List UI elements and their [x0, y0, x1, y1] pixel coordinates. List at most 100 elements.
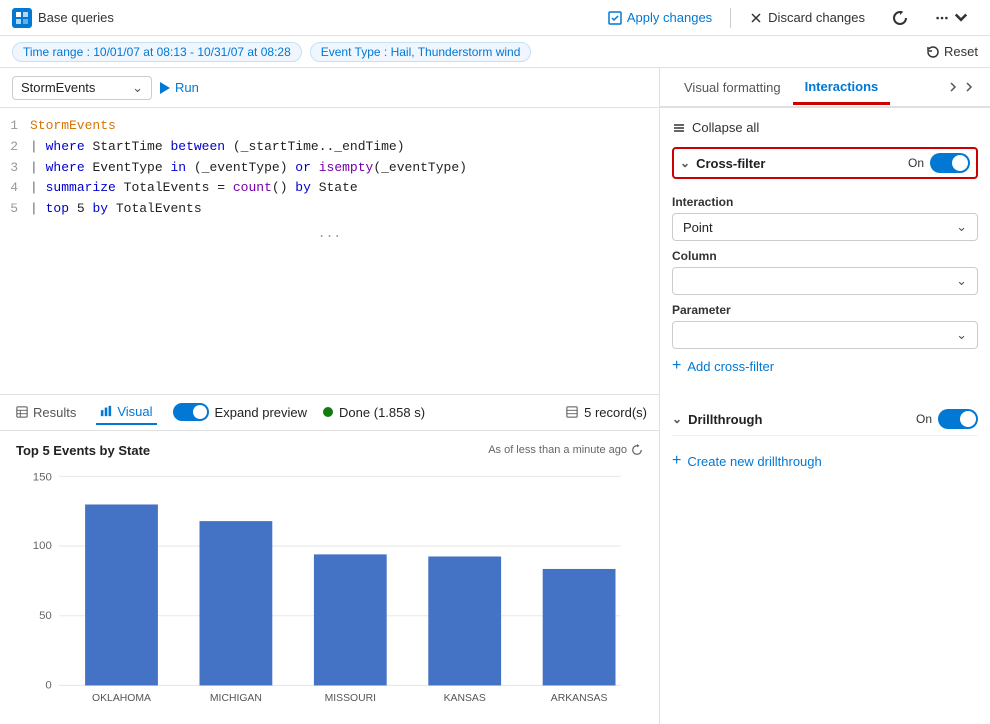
svg-text:MISSOURI: MISSOURI [325, 693, 376, 704]
filter-bar: Time range : 10/01/07 at 08:13 - 10/31/0… [0, 36, 990, 68]
panel-more-button[interactable] [946, 79, 978, 95]
left-panel: StormEvents ⌄ Run 1 StormEvents 2 | wher… [0, 68, 660, 724]
parameter-arrow-icon: ⌄ [956, 327, 967, 343]
add-cross-filter-button[interactable]: + Add cross-filter [672, 349, 774, 383]
code-ellipsis: ... [0, 220, 659, 249]
status-dot-icon [323, 407, 333, 417]
code-line-2: 2 | where StartTime between (_startTime.… [0, 137, 659, 158]
results-tab[interactable]: Results [12, 401, 80, 424]
apply-changes-button[interactable]: Apply changes [598, 6, 722, 29]
cross-filter-toggle[interactable] [930, 153, 970, 173]
refresh-small-icon [631, 444, 643, 456]
drillthrough-body: + Create new drillthrough [672, 436, 978, 486]
app-title: Base queries [38, 10, 114, 25]
cross-filter-header: ⌄ Cross-filter On [672, 147, 978, 179]
svg-text:OKLAHOMA: OKLAHOMA [92, 693, 151, 704]
refresh-button[interactable] [883, 7, 917, 29]
main-content: StormEvents ⌄ Run 1 StormEvents 2 | wher… [0, 68, 990, 724]
results-bar: Results Visual Expand preview Done (1.85… [0, 395, 659, 431]
chevron-down-icon [954, 11, 968, 25]
bar-arkansas[interactable] [543, 568, 616, 684]
cross-filter-chevron[interactable]: ⌄ [680, 156, 690, 170]
chart-area: Top 5 Events by State As of less than a … [0, 431, 659, 724]
drillthrough-toggle-label: On [916, 412, 932, 426]
drillthrough-toggle[interactable] [938, 409, 978, 429]
results-icon [16, 406, 28, 418]
app-logo-icon [12, 8, 32, 28]
chevron-right2-icon [962, 79, 978, 95]
divider [730, 8, 731, 28]
interaction-select[interactable]: Point ⌄ [672, 213, 978, 241]
drillthrough-section: ⌄ Drillthrough On + Create new drillthro… [672, 403, 978, 486]
records-count: 5 record(s) [566, 405, 647, 420]
cross-filter-title: Cross-filter [696, 156, 765, 171]
code-line-3: 3 | where EventType in (_eventType) or i… [0, 158, 659, 179]
svg-text:ARKANSAS: ARKANSAS [551, 693, 608, 704]
interaction-label: Interaction [672, 195, 978, 209]
reset-icon [926, 45, 940, 59]
right-panel: Visual formatting Interactions Collapse … [660, 68, 990, 724]
column-select[interactable]: ⌄ [672, 267, 978, 295]
visual-icon [100, 405, 112, 417]
cross-filter-body: Interaction Point ⌄ Column ⌄ Parameter ⌄ [672, 179, 978, 391]
select-arrow-icon: ⌄ [132, 80, 143, 96]
drillthrough-header: ⌄ Drillthrough On [672, 403, 978, 436]
event-type-filter[interactable]: Event Type : Hail, Thunderstorm wind [310, 42, 532, 62]
svg-text:100: 100 [33, 540, 52, 552]
create-drillthrough-button[interactable]: + Create new drillthrough [672, 444, 822, 478]
bar-kansas[interactable] [428, 556, 501, 685]
reset-button[interactable]: Reset [926, 44, 978, 59]
refresh-icon [893, 11, 907, 25]
query-toolbar: StormEvents ⌄ Run [0, 68, 659, 108]
cross-filter-toggle-label: On [908, 156, 924, 170]
svg-text:50: 50 [39, 609, 52, 621]
bar-chart: 150 100 50 0 OKLAHOMA MICHIGAN [16, 466, 643, 724]
drillthrough-title: Drillthrough [688, 412, 762, 427]
svg-text:150: 150 [33, 471, 52, 483]
expand-preview-toggle[interactable]: Expand preview [173, 403, 308, 421]
chart-container: 150 100 50 0 OKLAHOMA MICHIGAN [16, 466, 643, 724]
more-options-button[interactable] [925, 7, 978, 29]
bar-michigan[interactable] [200, 521, 273, 685]
parameter-select[interactable]: ⌄ [672, 321, 978, 349]
tab-visual-formatting[interactable]: Visual formatting [672, 72, 793, 103]
visual-tab[interactable]: Visual [96, 400, 156, 425]
collapse-icon [672, 121, 686, 135]
run-button[interactable]: Run [160, 80, 199, 95]
chart-title-row: Top 5 Events by State As of less than a … [16, 443, 643, 458]
chart-title: Top 5 Events by State [16, 443, 150, 458]
discard-changes-button[interactable]: Discard changes [739, 6, 875, 29]
code-line-4: 4 | summarize TotalEvents = count() by S… [0, 178, 659, 199]
column-arrow-icon: ⌄ [956, 273, 967, 289]
cross-filter-section: ⌄ Cross-filter On Interaction Point ⌄ Co… [672, 147, 978, 391]
svg-text:KANSAS: KANSAS [444, 693, 486, 704]
code-line-1: 1 StormEvents [0, 116, 659, 137]
bar-oklahoma[interactable] [85, 504, 158, 685]
panel-tabs: Visual formatting Interactions [660, 68, 990, 108]
logo-area: Base queries [12, 8, 114, 28]
svg-text:MICHIGAN: MICHIGAN [210, 693, 262, 704]
chart-timestamp: As of less than a minute ago [488, 444, 643, 456]
collapse-all-button[interactable]: Collapse all [672, 116, 759, 139]
done-status: Done (1.858 s) [323, 405, 425, 420]
parameter-label: Parameter [672, 303, 978, 317]
time-range-filter[interactable]: Time range : 10/01/07 at 08:13 - 10/31/0… [12, 42, 302, 62]
code-line-5: 5 | top 5 by TotalEvents [0, 199, 659, 220]
column-label: Column [672, 249, 978, 263]
code-editor[interactable]: 1 StormEvents 2 | where StartTime betwee… [0, 108, 659, 395]
create-plus-icon: + [672, 452, 681, 470]
apply-changes-icon [608, 11, 622, 25]
tab-interactions[interactable]: Interactions [793, 71, 891, 105]
bar-missouri[interactable] [314, 554, 387, 685]
records-icon [566, 406, 578, 418]
drillthrough-chevron[interactable]: ⌄ [672, 412, 682, 426]
top-bar: Base queries Apply changes Discard chang… [0, 0, 990, 36]
svg-text:0: 0 [45, 679, 51, 691]
table-select[interactable]: StormEvents ⌄ [12, 76, 152, 100]
discard-icon [749, 11, 763, 25]
add-icon: + [672, 357, 681, 375]
interaction-arrow-icon: ⌄ [956, 219, 967, 235]
more-options-icon [935, 11, 949, 25]
panel-content: Collapse all ⌄ Cross-filter On Interacti… [660, 108, 990, 506]
run-play-icon [160, 82, 170, 94]
